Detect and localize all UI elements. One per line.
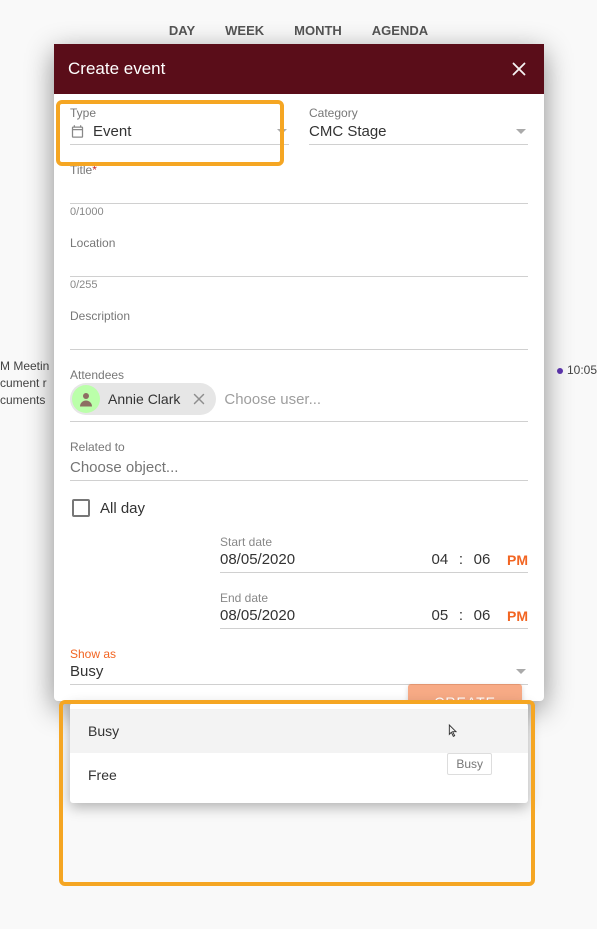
description-label: Description (70, 309, 528, 323)
tab-week[interactable]: WEEK (225, 23, 264, 38)
related-field: Related to (70, 440, 528, 481)
location-input[interactable] (70, 251, 528, 277)
modal-header: Create event (54, 44, 544, 94)
calendar-icon (70, 124, 85, 139)
bg-event-time: 10:05 (557, 363, 597, 377)
title-input[interactable] (70, 178, 528, 204)
close-icon[interactable] (508, 58, 530, 80)
avatar (72, 385, 100, 413)
end-hour-input[interactable]: 05 (429, 607, 451, 624)
modal-title: Create event (68, 59, 165, 79)
show-as-label: Show as (70, 647, 528, 661)
start-date-input[interactable]: 08/05/2020 (220, 551, 421, 568)
end-minute-input[interactable]: 06 (471, 607, 493, 624)
location-field: Location 0/255 (70, 236, 528, 291)
show-as-dropdown: Busy Busy Free (70, 703, 528, 803)
tab-month[interactable]: MONTH (294, 23, 342, 38)
remove-icon[interactable] (190, 390, 208, 408)
type-label: Type (70, 106, 289, 120)
show-as-select[interactable]: Busy (70, 663, 528, 685)
category-label: Category (309, 106, 528, 120)
related-input[interactable] (70, 455, 528, 481)
attendee-name: Annie Clark (108, 391, 180, 407)
show-as-value: Busy (70, 663, 103, 680)
tab-day[interactable]: DAY (169, 23, 195, 38)
start-date-field: Start date 08/05/2020 04 : 06 PM (220, 535, 528, 573)
type-field: Type Event (70, 106, 289, 145)
allday-checkbox[interactable] (72, 499, 90, 517)
end-date-field: End date 08/05/2020 05 : 06 PM (220, 591, 528, 629)
dropdown-option-free[interactable]: Free (70, 753, 528, 797)
title-counter: 0/1000 (70, 206, 528, 218)
calendar-view-tabs: DAY WEEK MONTH AGENDA (0, 0, 597, 38)
allday-row: All day (72, 499, 528, 517)
attendees-field: Attendees Annie Clark Choose user... (70, 368, 528, 422)
allday-label: All day (100, 500, 145, 517)
start-ampm-toggle[interactable]: PM (507, 552, 528, 568)
title-label: Title* (70, 163, 528, 177)
attendee-input[interactable]: Choose user... (224, 391, 321, 408)
chevron-down-icon (277, 129, 287, 134)
type-select[interactable]: Event (70, 121, 289, 145)
attendee-chip[interactable]: Annie Clark (70, 383, 216, 415)
end-date-input[interactable]: 08/05/2020 (220, 607, 421, 624)
end-date-label: End date (220, 591, 528, 605)
cursor-icon (444, 723, 460, 739)
dropdown-option-busy[interactable]: Busy Busy (70, 709, 528, 753)
start-minute-input[interactable]: 06 (471, 551, 493, 568)
chevron-down-icon (516, 669, 526, 674)
tab-agenda[interactable]: AGENDA (372, 23, 428, 38)
end-ampm-toggle[interactable]: PM (507, 608, 528, 624)
chevron-down-icon (516, 129, 526, 134)
category-value: CMC Stage (309, 123, 387, 140)
start-hour-input[interactable]: 04 (429, 551, 451, 568)
title-field: Title* 0/1000 (70, 163, 528, 218)
category-select[interactable]: CMC Stage (309, 121, 528, 145)
create-event-modal: Create event Type Event (54, 44, 544, 701)
category-field: Category CMC Stage (309, 106, 528, 145)
description-input[interactable] (70, 324, 528, 350)
type-value: Event (93, 123, 131, 140)
start-date-label: Start date (220, 535, 528, 549)
description-field: Description (70, 309, 528, 350)
location-counter: 0/255 (70, 279, 528, 291)
location-label: Location (70, 236, 528, 250)
attendees-label: Attendees (70, 368, 528, 382)
related-label: Related to (70, 440, 528, 454)
bg-event-snippet: M Meetin cument r cuments (0, 358, 49, 408)
